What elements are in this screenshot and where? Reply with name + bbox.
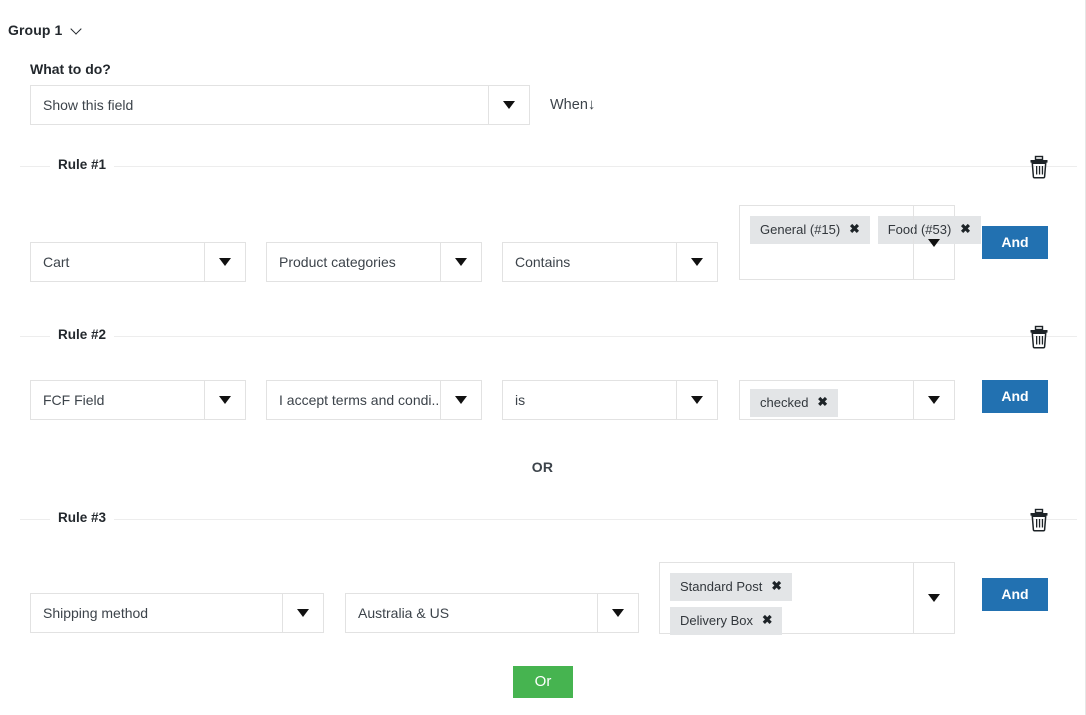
rule-1-operator-value: Contains <box>515 254 571 270</box>
rule-3-source-value: Shipping method <box>43 605 149 621</box>
remove-tag-icon[interactable]: ✖ <box>762 614 772 627</box>
remove-tag-icon[interactable]: ✖ <box>960 223 970 236</box>
action-select[interactable]: Show this field <box>30 85 530 125</box>
rule-1-operator-dropdown-button[interactable] <box>676 243 717 281</box>
rule-3-source-dropdown-button[interactable] <box>282 594 323 632</box>
rule-2-operator-select[interactable]: is <box>502 380 718 420</box>
rule-1-field-dropdown-button[interactable] <box>440 243 481 281</box>
chevron-down-icon[interactable] <box>71 24 83 36</box>
caret-down-icon <box>691 396 703 404</box>
rule-3-source-select[interactable]: Shipping method <box>30 593 324 633</box>
rule-2-operator-value: is <box>515 392 526 408</box>
rule-2-value-multiselect[interactable]: checked ✖ <box>739 380 955 420</box>
rule-1-field-select[interactable]: Product categories <box>266 242 482 282</box>
action-select-dropdown-button[interactable] <box>488 86 529 124</box>
rule-2-source-dropdown-button[interactable] <box>204 381 245 419</box>
rule-3-delete-button[interactable] <box>1028 508 1050 532</box>
conditional-logic-panel: Group 1 What to do? Show this field When… <box>0 0 1086 715</box>
rule-3-field-value: Australia & US <box>358 605 450 621</box>
rule-2-tag-0[interactable]: checked ✖ <box>750 389 838 417</box>
action-select-value: Show this field <box>43 97 134 113</box>
remove-tag-icon[interactable]: ✖ <box>771 580 781 593</box>
rule-1-value-dropdown-button[interactable] <box>913 206 954 279</box>
rule-3-fieldset <box>20 519 1077 521</box>
rule-3-value-dropdown-button[interactable] <box>913 563 954 633</box>
rule-1-operator-select[interactable]: Contains <box>502 242 718 282</box>
rule-2-and-button[interactable]: And <box>982 380 1048 413</box>
rule-1-tag-0-label: General (#15) <box>760 222 841 237</box>
rule-2-field-select[interactable]: I accept terms and condi... <box>266 380 482 420</box>
what-to-do-label: What to do? <box>30 61 111 77</box>
when-label-wrap: When ↓ <box>550 97 595 113</box>
rule-2-tag-0-label: checked <box>760 395 809 410</box>
rule-3-legend: Rule #3 <box>50 510 115 525</box>
rule-3-field-dropdown-button[interactable] <box>597 594 638 632</box>
caret-down-icon <box>612 609 624 617</box>
rule-2-field-dropdown-button[interactable] <box>440 381 481 419</box>
or-separator-label: OR <box>531 459 554 475</box>
trash-icon <box>1030 155 1048 179</box>
rule-2-tag-list: checked ✖ <box>740 381 913 419</box>
add-or-group-button[interactable]: Or <box>513 666 573 698</box>
rule-3-value-multiselect[interactable]: Standard Post ✖ Delivery Box ✖ <box>659 562 955 635</box>
caret-down-icon <box>219 396 231 404</box>
rule-1-tag-list: General (#15) ✖ Food (#53) ✖ <box>740 206 981 279</box>
rule-1-source-value: Cart <box>43 254 70 270</box>
caret-down-icon <box>455 396 467 404</box>
rule-2-fieldset <box>20 336 1077 338</box>
caret-down-icon <box>503 101 515 109</box>
rule-2-delete-button[interactable] <box>1028 325 1050 349</box>
rule-1-field-value: Product categories <box>279 254 396 270</box>
rule-3-tag-0-label: Standard Post <box>680 579 763 594</box>
group-title: Group 1 <box>8 22 63 38</box>
rule-3-tag-1[interactable]: Delivery Box ✖ <box>670 607 783 635</box>
caret-down-icon <box>928 594 940 602</box>
rule-3-tag-0[interactable]: Standard Post ✖ <box>670 573 792 601</box>
rule-1-source-dropdown-button[interactable] <box>204 243 245 281</box>
rule-2-operator-dropdown-button[interactable] <box>676 381 717 419</box>
caret-down-icon <box>691 258 703 266</box>
what-to-do-row: Show this field When ↓ <box>30 85 595 125</box>
arrow-down-icon: ↓ <box>587 96 596 113</box>
caret-down-icon <box>455 258 467 266</box>
when-label: When <box>550 97 588 113</box>
caret-down-icon <box>928 238 940 247</box>
rule-1-fieldset <box>20 166 1077 168</box>
rule-1-value-multiselect[interactable]: General (#15) ✖ Food (#53) ✖ <box>739 205 981 280</box>
remove-tag-icon[interactable]: ✖ <box>817 396 827 409</box>
rule-1-legend: Rule #1 <box>50 157 115 172</box>
caret-down-icon <box>297 609 309 617</box>
rule-3-field-select[interactable]: Australia & US <box>345 593 639 633</box>
rule-2-field-value: I accept terms and condi... <box>279 392 440 408</box>
rule-2-source-value: FCF Field <box>43 392 105 408</box>
rule-3-tag-1-label: Delivery Box <box>680 613 753 628</box>
remove-tag-icon[interactable]: ✖ <box>849 223 859 236</box>
rule-2-legend: Rule #2 <box>50 327 115 342</box>
rule-1-and-button[interactable]: And <box>982 226 1048 259</box>
caret-down-icon <box>219 258 231 266</box>
trash-icon <box>1030 508 1048 532</box>
rule-1-tag-0[interactable]: General (#15) ✖ <box>750 216 870 244</box>
group-header: Group 1 <box>8 22 83 38</box>
caret-down-icon <box>928 396 940 404</box>
rule-3-tag-list: Standard Post ✖ Delivery Box ✖ <box>660 563 913 635</box>
rule-1-source-select[interactable]: Cart <box>30 242 246 282</box>
rule-3-and-button[interactable]: And <box>982 578 1048 611</box>
rule-2-source-select[interactable]: FCF Field <box>30 380 246 420</box>
rule-2-value-dropdown-button[interactable] <box>913 381 954 419</box>
rule-1-delete-button[interactable] <box>1028 155 1050 179</box>
trash-icon <box>1030 325 1048 349</box>
